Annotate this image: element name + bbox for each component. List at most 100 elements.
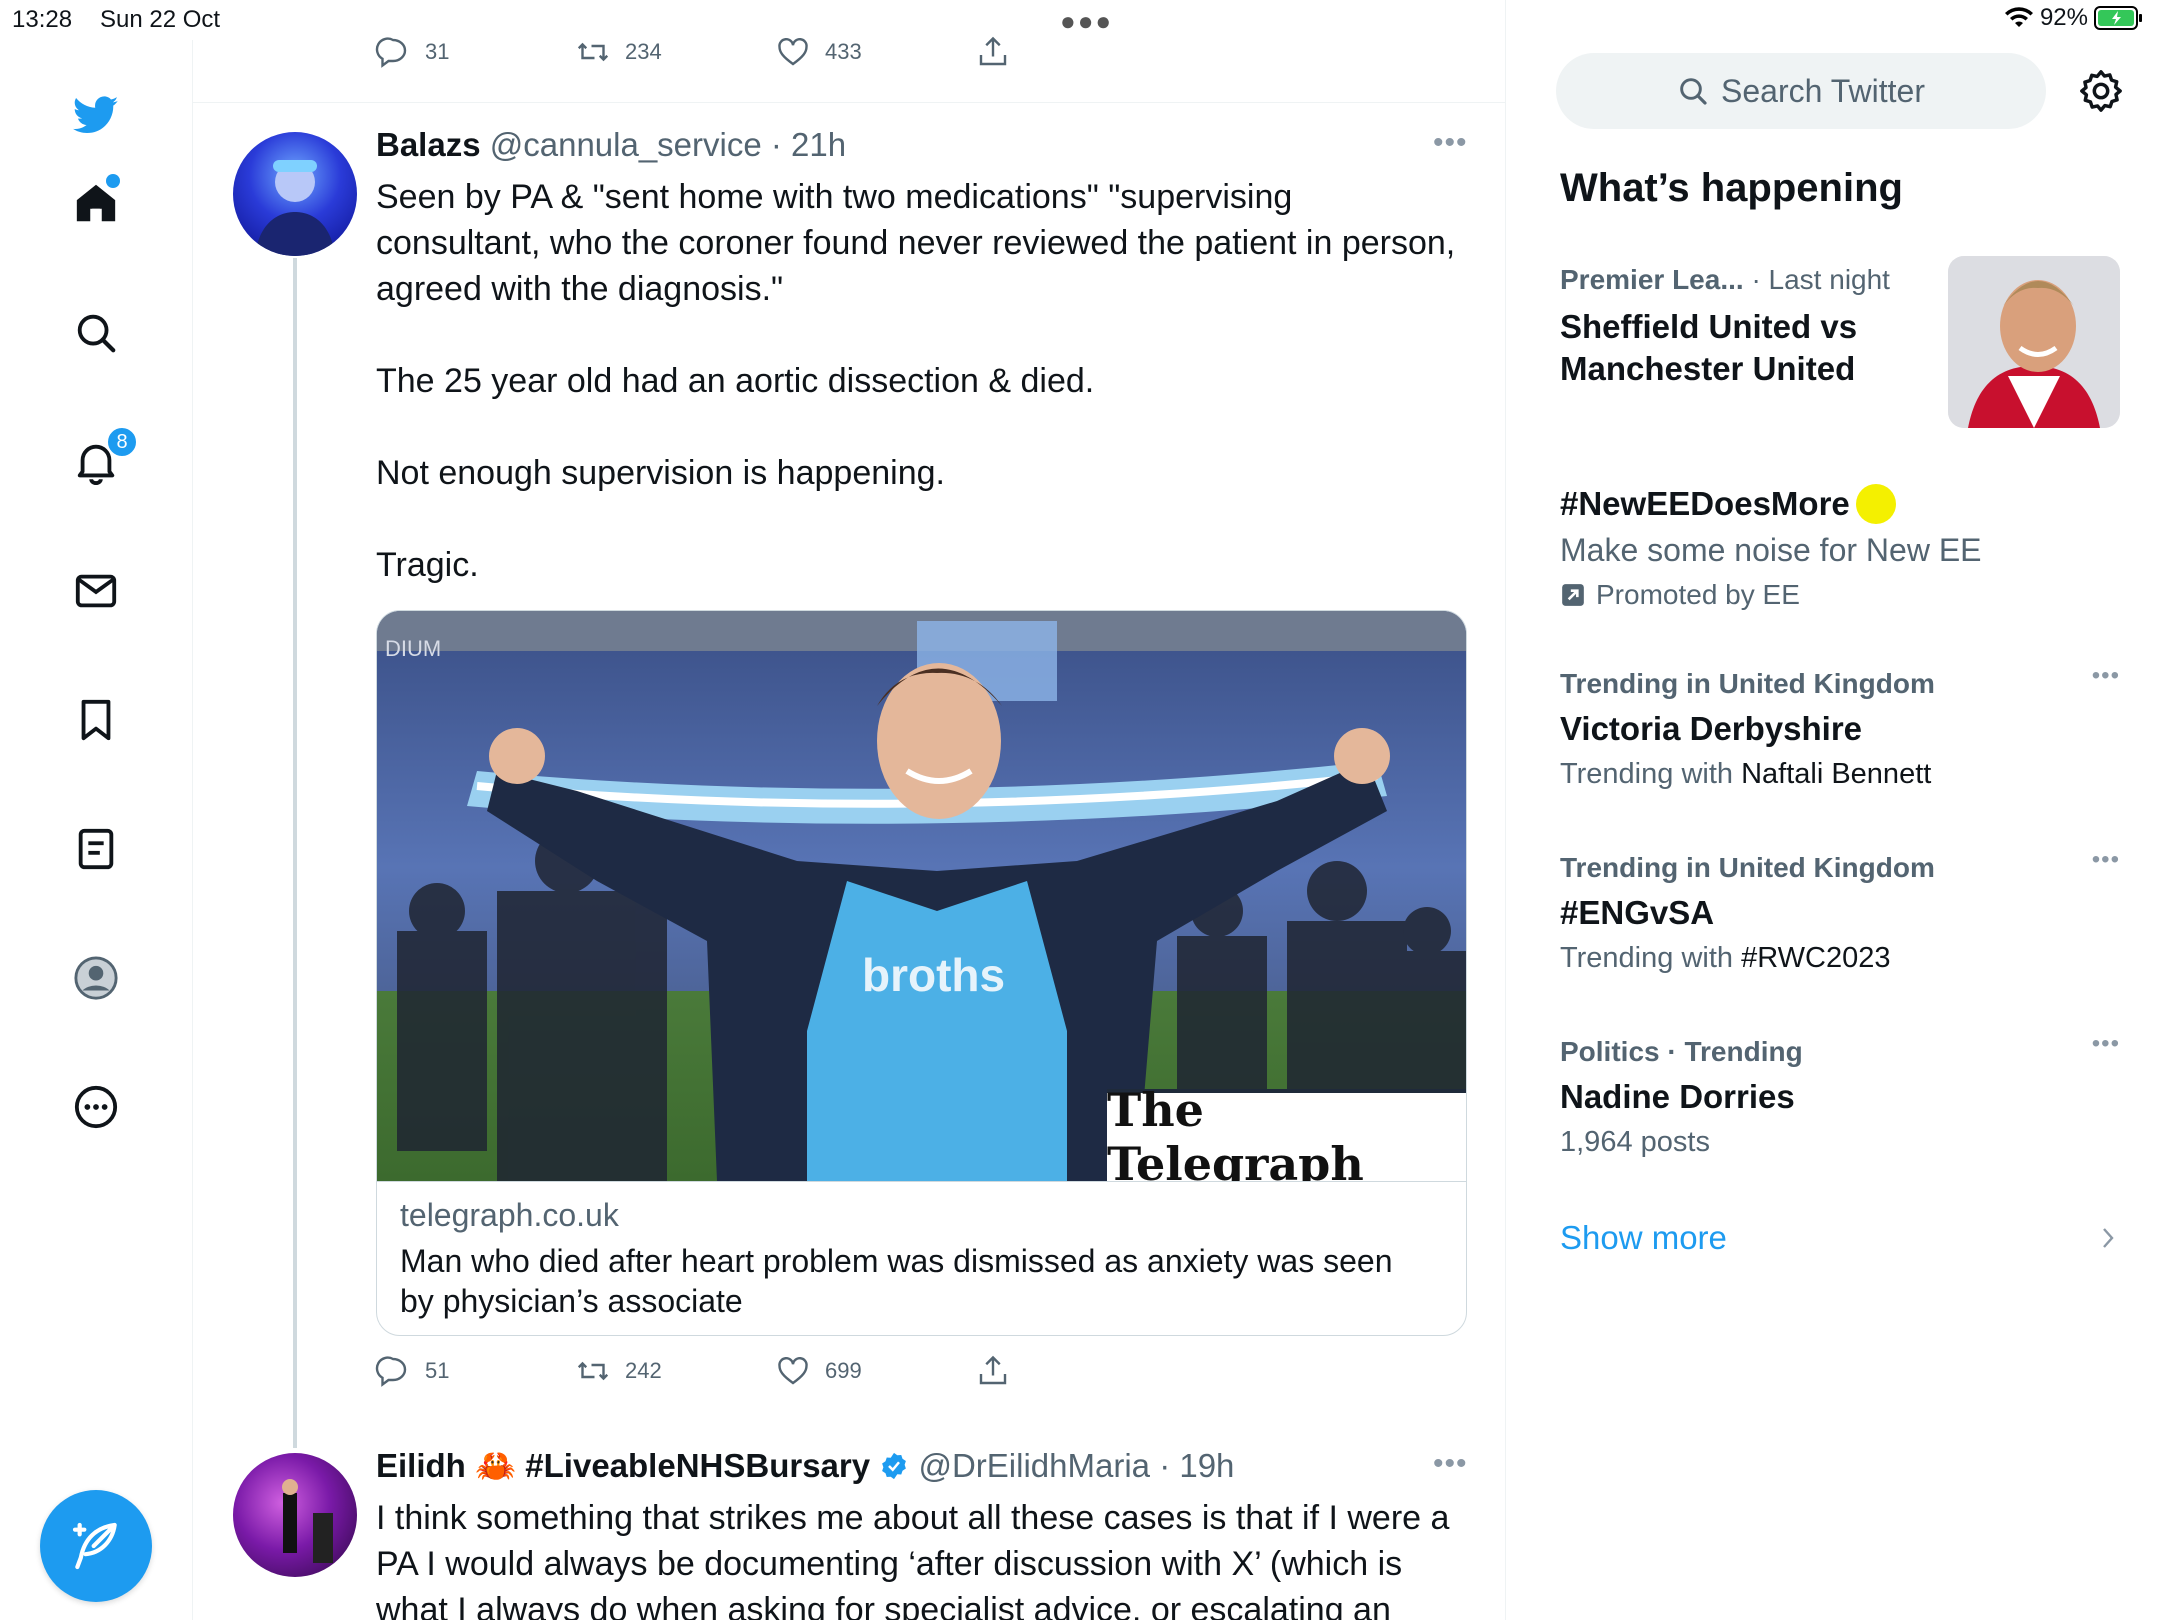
shirt-sponsor-text: broths [862,949,1005,1001]
home-unread-dot [106,174,120,188]
like-action[interactable]: 433 [775,34,975,70]
trend-time: · Last night [1751,264,1890,295]
share-action[interactable] [975,1353,1175,1389]
retweet-count: 234 [625,39,662,64]
trend-category: Trending in United Kingdom [1560,852,1935,883]
heart-icon [778,38,808,66]
trend-with-prefix: Trending with [1560,758,1742,790]
whats-happening-heading: What’s happening [1560,166,1903,210]
trend-item[interactable]: Trending in United Kingdom Victoria Derb… [1560,662,2120,808]
share-icon [979,1355,1007,1385]
tweet-divider [193,102,1505,103]
retweet-icon [577,1361,609,1381]
search-icon [1680,78,1707,105]
avatar-image [255,160,335,256]
tweet-more-icon[interactable]: ••• [1433,1447,1468,1481]
trend-with-value: #RWC2023 [1741,942,1891,974]
avatar[interactable] [233,132,357,256]
reply-action[interactable]: 31 [375,34,575,70]
settings-gear-icon[interactable] [2078,68,2124,114]
trend-title: Sheffield United vs Manchester United [1560,308,1858,387]
telegraph-logo: The Telegraph [1107,1083,1466,1181]
more-options-icon[interactable] [71,1082,121,1132]
trend-thumbnail [1948,256,2120,428]
author-handle[interactable]: @cannula_service [490,126,762,163]
like-action[interactable]: 699 [775,1353,975,1389]
compose-tweet-button[interactable] [40,1490,152,1602]
trend-category: Trending in United Kingdom [1560,668,1935,699]
heart-icon [778,1357,808,1385]
trend-post-count: 1,964 posts [1560,1126,1710,1158]
left-navigation: 8 [0,40,193,1620]
retweet-count: 242 [625,1358,662,1383]
retweet-icon [577,42,609,62]
trend-more-icon[interactable]: ••• [2092,1030,2120,1058]
status-time: 13:28 [12,6,73,33]
trend-item[interactable]: Premier Lea... · Last night Sheffield Un… [1560,256,2120,444]
search-placeholder: Search Twitter [1721,72,1925,109]
author-name-hashtag[interactable]: #LiveableNHSBursary [525,1447,870,1484]
tweet-text: I think something that strikes me about … [376,1499,1459,1620]
trend-description: Make some noise for New EE [1560,532,1982,568]
twitter-logo-icon[interactable] [71,90,121,140]
retweet-action[interactable]: 234 [575,34,775,70]
timeline-feed[interactable]: 31 234 433 Balazs @cannula_service · 21h… [193,0,1506,1620]
trend-item[interactable]: Trending in United Kingdom #ENGvSA Trend… [1560,846,2120,992]
right-sidebar: Search Twitter What’s happening Premier … [1506,0,2160,1620]
tweet-more-icon[interactable]: ••• [1433,126,1468,160]
card-divider [377,1181,1466,1182]
avatar-image [282,1479,333,1563]
chevron-right-icon [2103,1228,2114,1248]
avatar[interactable] [233,1453,357,1577]
trend-category: Premier Lea... [1560,264,1744,295]
promo-dot-icon [1855,484,1896,524]
reply-action[interactable]: 51 [375,1353,575,1389]
tweet-header: Eilidh 🦀 #LiveableNHSBursary @DrEilidhMa… [376,1447,1234,1486]
crab-emoji: 🦀 [475,1447,517,1484]
promoted-by-label: Promoted by EE [1596,579,1800,610]
lists-icon[interactable] [71,824,121,874]
trend-with-value: Naftali Bennett [1741,758,1932,790]
trend-category: Politics · Trending [1560,1036,1803,1067]
link-card[interactable]: DIUM broths The Telegraph telegraph.co.u… [376,610,1467,1336]
profile-avatar-icon[interactable] [71,953,121,1003]
like-count: 433 [825,39,862,64]
tweet-text: Seen by PA & "sent home with two medicat… [376,178,1456,584]
tweet-time[interactable]: · 19h [1159,1447,1234,1484]
show-more-link[interactable]: Show more [1560,1213,2120,1263]
share-icon [979,36,1007,66]
stadium-text: DIUM [385,636,441,661]
compose-feather-icon [72,1522,117,1570]
trend-title: Victoria Derbyshire [1560,710,1863,747]
trend-more-icon[interactable]: ••• [2092,662,2120,690]
reply-icon [375,1356,407,1387]
notification-count-badge: 8 [106,426,138,458]
author-handle[interactable]: @DrEilidhMaria [918,1447,1150,1484]
card-title: Man who died after heart problem was dis… [400,1243,1393,1319]
author-name[interactable]: Eilidh [376,1447,466,1484]
promoted-trend-item[interactable]: #NewEEDoesMore Make some noise for New E… [1560,484,2120,624]
trend-title: Nadine Dorries [1560,1078,1795,1115]
tweet-time[interactable]: · 21h [771,126,846,163]
like-count: 699 [825,1358,862,1383]
author-name[interactable]: Balazs [376,126,481,163]
link-card-image: DIUM broths The Telegraph [377,611,1466,1181]
share-action[interactable] [975,34,1175,70]
explore-search-icon[interactable] [71,308,121,358]
card-domain: telegraph.co.uk [400,1197,619,1233]
trend-title: #ENGvSA [1560,894,1715,931]
show-more-label: Show more [1560,1219,1727,1256]
trend-item[interactable]: Politics · Trending Nadine Dorries 1,964… [1560,1030,2120,1176]
trend-title: #NewEEDoesMore [1560,485,1850,522]
messages-envelope-icon[interactable] [71,566,121,616]
search-input[interactable]: Search Twitter [1556,53,2046,129]
tweet-actions: 51 242 699 [375,1353,1175,1389]
reply-count: 31 [425,39,450,64]
tweet-header: Balazs @cannula_service · 21h [376,126,846,164]
bookmarks-icon[interactable] [71,695,121,745]
verified-badge-icon [882,1452,907,1480]
retweet-action[interactable]: 242 [575,1353,775,1389]
trend-more-icon[interactable]: ••• [2092,846,2120,874]
thread-line [293,258,297,1448]
promoted-icon [1562,584,1584,606]
